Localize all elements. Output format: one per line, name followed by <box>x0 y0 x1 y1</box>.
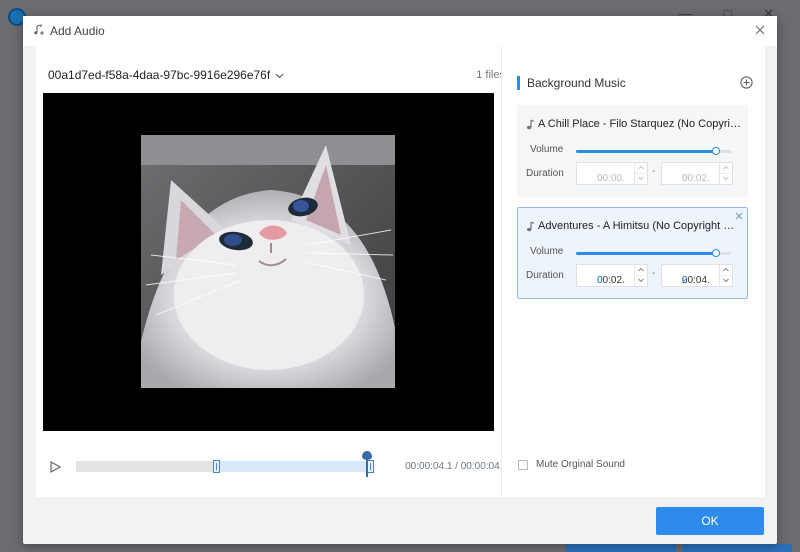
end-time-fraction: 0 <box>682 173 688 184</box>
trim-end-handle[interactable] <box>367 460 374 473</box>
add-circle-icon[interactable] <box>740 76 753 89</box>
duration-label: Duration <box>526 168 564 179</box>
music-track-card[interactable]: Adventures - A Himitsu (No Copyright Mus… <box>517 207 748 299</box>
end-time-field[interactable]: 00:02. 0 <box>661 162 733 185</box>
timeline-selection <box>216 461 371 472</box>
volume-handle[interactable] <box>711 147 720 155</box>
playhead-handle[interactable] <box>362 451 372 460</box>
volume-label: Volume <box>530 246 564 257</box>
stepper-down-icon[interactable] <box>720 173 732 183</box>
end-time-stepper <box>719 265 732 286</box>
remove-track-icon[interactable] <box>735 212 743 220</box>
end-time-stepper <box>719 163 732 184</box>
start-time-stepper <box>634 163 647 184</box>
track-title: A Chill Place - Filo Starquez (No Copyri… <box>538 118 741 130</box>
dialog-titlebar: Add Audio <box>23 16 777 46</box>
time-display: 00:00:04.1 / 00:00:04.2 <box>405 461 508 472</box>
close-icon[interactable] <box>753 23 767 37</box>
play-icon[interactable] <box>48 460 62 474</box>
chevron-down-icon <box>275 73 284 79</box>
section-title: Background Music <box>527 76 626 90</box>
start-time-fraction: 0 <box>597 173 603 184</box>
dialog-title: Add Audio <box>50 24 105 38</box>
volume-label: Volume <box>530 144 564 155</box>
stepper-down-icon[interactable] <box>635 173 647 183</box>
cat-video-frame <box>141 135 395 388</box>
music-note-icon <box>526 221 535 232</box>
volume-fill <box>576 150 716 153</box>
stepper-down-icon[interactable] <box>720 275 732 285</box>
trim-start-handle[interactable] <box>213 460 220 473</box>
preview-panel: 00a1d7ed-f58a-4daa-97bc-9916e296e76f 1 f… <box>36 46 514 497</box>
end-time-field[interactable]: 00:04. 2 <box>661 264 733 287</box>
range-dash: - <box>652 166 656 177</box>
track-title: Adventures - A Himitsu (No Copyright Mus… <box>538 220 741 232</box>
audio-timeline[interactable] <box>76 451 374 477</box>
ok-button[interactable]: OK <box>656 507 764 535</box>
volume-slider[interactable] <box>576 147 731 155</box>
music-track-card[interactable]: A Chill Place - Filo Starquez (No Copyri… <box>517 105 748 197</box>
mute-original-label: Mute Orginal Sound <box>536 459 625 470</box>
start-time-stepper <box>634 265 647 286</box>
duration-label: Duration <box>526 270 564 281</box>
end-time-fraction: 2 <box>682 275 688 286</box>
range-dash: - <box>652 268 656 279</box>
bg-button <box>682 544 792 552</box>
section-accent-bar <box>517 76 520 90</box>
file-selector[interactable]: 00a1d7ed-f58a-4daa-97bc-9916e296e76f <box>48 68 284 82</box>
volume-slider[interactable] <box>576 249 731 257</box>
background-music-panel: Background Music A Chill Place - Filo St… <box>501 46 765 497</box>
file-name-label: 00a1d7ed-f58a-4daa-97bc-9916e296e76f <box>48 68 271 82</box>
music-note-icon <box>526 119 535 130</box>
volume-handle[interactable] <box>711 249 720 257</box>
stepper-down-icon[interactable] <box>635 275 647 285</box>
start-time-field[interactable]: 00:00. 0 <box>576 162 648 185</box>
video-preview <box>43 93 494 431</box>
start-time-field[interactable]: 00:02. 0 <box>576 264 648 287</box>
start-time-fraction: 0 <box>597 275 603 286</box>
mute-original-checkbox[interactable] <box>518 460 528 470</box>
bg-button <box>566 544 676 552</box>
volume-fill <box>576 252 716 255</box>
add-audio-dialog: Add Audio 00a1d7ed-f58a-4daa-97bc-9916e2… <box>23 16 777 544</box>
music-add-icon <box>34 24 44 35</box>
